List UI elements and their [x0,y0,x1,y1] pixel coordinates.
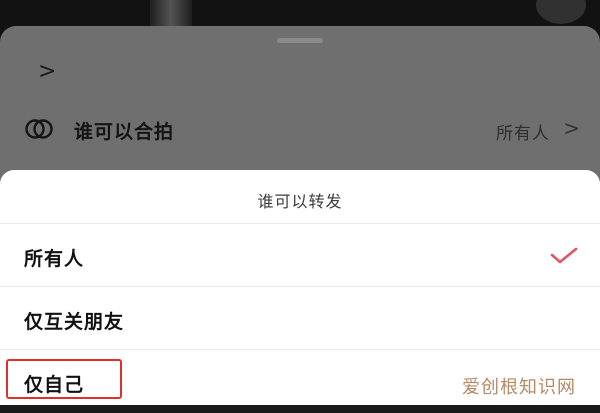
watermark: 爱创根知识网 [462,377,576,398]
chevron-right-icon: > [563,116,580,140]
sheet-title: 谁可以转发 [257,192,343,211]
option-mutual-friends[interactable]: 仅互关朋友 [0,286,600,350]
highlight-annotation-box [6,359,122,399]
option-label: 仅互关朋友 [24,311,125,333]
sheet-grab-handle[interactable] [277,38,323,43]
settings-sheet-dimmed [0,26,600,186]
video-frame-object [536,0,586,24]
option-everyone[interactable]: 所有人 [0,223,600,287]
duet-permission-row[interactable]: 谁可以合拍 所有人 > [0,110,600,150]
duet-permission-label: 谁可以合拍 [74,121,175,143]
duet-icon [25,119,53,139]
chevron-right-icon[interactable]: > [38,58,56,86]
check-icon [550,247,578,264]
option-label: 所有人 [24,248,85,270]
repost-permission-sheet: 谁可以转发 所有人 仅互关朋友 仅自己 爱创根知识网 [0,170,600,405]
duet-permission-value: 所有人 [496,124,550,144]
